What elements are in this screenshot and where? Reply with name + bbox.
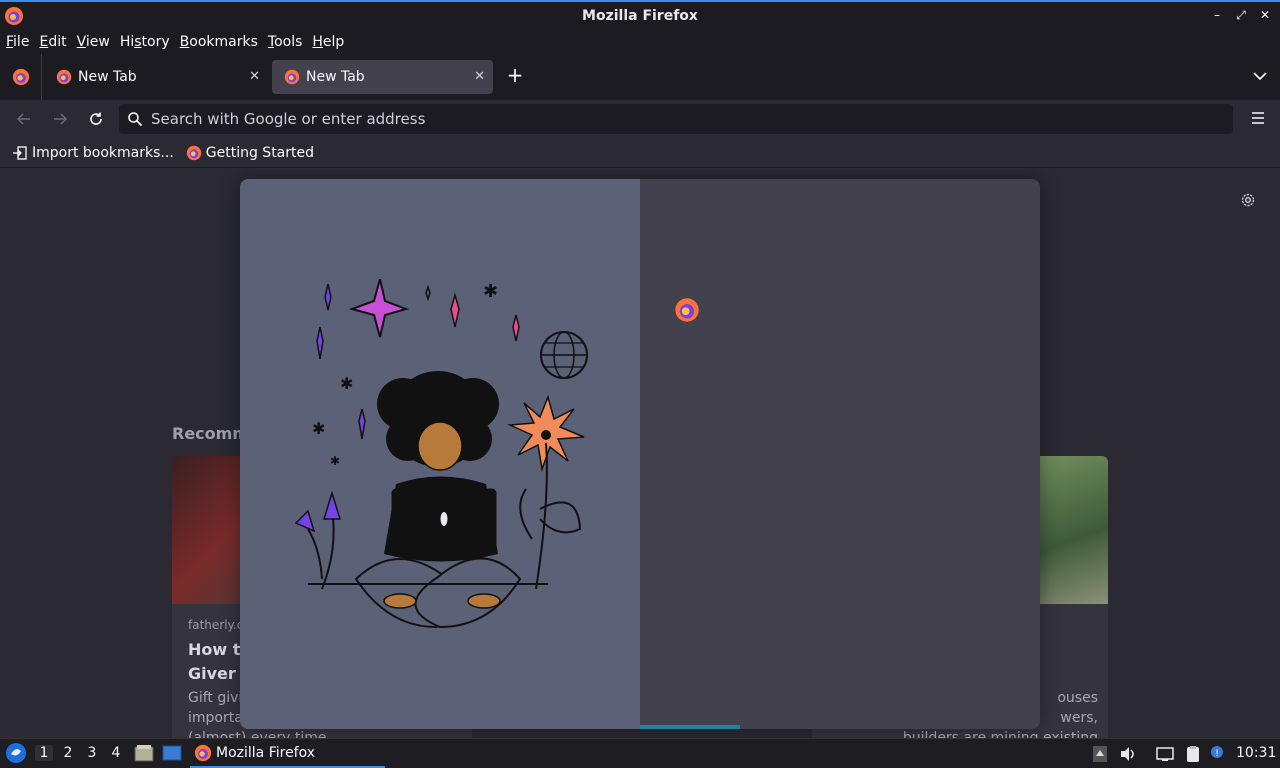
svg-text:✱: ✱ <box>340 374 353 393</box>
onboarding-illustration-panel: ✱ ✱ ✱ ✱ <box>240 179 640 729</box>
firefox-icon <box>194 744 212 761</box>
clock: 10:31 <box>1236 745 1277 761</box>
bookmarks-toolbar: Import bookmarks... Getting Started <box>0 138 1280 168</box>
reload-icon <box>90 112 102 125</box>
menu-bar: File Edit View History Bookmarks Tools H… <box>0 29 1280 54</box>
file-manager-icon[interactable] <box>134 744 154 762</box>
bookmark-import[interactable]: Import bookmarks... <box>12 145 174 161</box>
workspace-1[interactable]: 1 <box>35 745 53 761</box>
workspace-2[interactable]: 2 <box>59 745 77 761</box>
svg-text:✱: ✱ <box>312 419 325 438</box>
menu-edit[interactable]: Edit <box>35 34 70 50</box>
svg-text:!: ! <box>1215 749 1219 759</box>
menu-bookmarks[interactable]: Bookmarks <box>176 34 262 50</box>
firefox-icon <box>284 69 300 85</box>
address-bar[interactable] <box>119 104 1233 134</box>
svg-text:✱: ✱ <box>330 454 340 468</box>
new-tab-button[interactable]: + <box>504 65 526 87</box>
loading-progress-bar <box>640 725 740 729</box>
taskbar: 1 2 3 4 Mozilla Firefox ! 10:31 <box>0 738 1280 768</box>
tab-new-tab-2[interactable]: New Tab ✕ <box>272 60 493 94</box>
network-icon[interactable] <box>1156 745 1174 763</box>
volume-icon[interactable] <box>1119 745 1137 763</box>
close-tab-icon[interactable]: ✕ <box>249 69 260 84</box>
gear-icon[interactable] <box>1239 191 1257 209</box>
firefox-logo-icon <box>675 298 699 322</box>
menu-view[interactable]: View <box>73 34 114 50</box>
minimize-icon[interactable]: – <box>1208 6 1226 24</box>
tab-label: New Tab <box>306 69 365 85</box>
close-icon[interactable]: ✕ <box>1256 6 1274 24</box>
url-input[interactable] <box>151 110 1151 128</box>
menu-help[interactable]: Help <box>308 34 348 50</box>
svg-text:✱: ✱ <box>483 281 498 302</box>
maximize-icon[interactable]: ⤢ <box>1232 6 1250 24</box>
tab-label: New Tab <box>78 69 137 85</box>
workspace-4[interactable]: 4 <box>107 745 125 761</box>
clipboard-icon[interactable] <box>1184 745 1202 763</box>
reload-button[interactable] <box>85 108 107 130</box>
desktop-icon[interactable] <box>162 744 182 762</box>
story-source: fatherly.c <box>188 618 244 632</box>
hamburger-menu-icon[interactable] <box>1250 110 1266 126</box>
pinned-tab[interactable] <box>0 54 42 100</box>
firefox-icon <box>56 69 72 85</box>
menu-tools[interactable]: Tools <box>264 34 307 50</box>
firefox-icon <box>186 145 201 160</box>
new-tab-page: Recomm fatherly.c How to Giver Gift givi… <box>0 169 1280 738</box>
notification-icon[interactable]: ! <box>1208 745 1226 763</box>
taskbar-firefox-button[interactable]: Mozilla Firefox <box>190 739 385 768</box>
search-icon <box>128 112 143 127</box>
window-title: Mozilla Firefox <box>582 7 698 24</box>
workspace-3[interactable]: 3 <box>83 745 101 761</box>
menu-history[interactable]: History <box>116 34 174 50</box>
bookmark-label: Getting Started <box>205 144 315 161</box>
back-button[interactable] <box>13 108 35 130</box>
chevron-down-icon[interactable] <box>1252 68 1268 84</box>
person-with-laptop-illustration: ✱ ✱ ✱ ✱ <box>294 279 588 629</box>
tab-bar: New Tab ✕ New Tab ✕ + <box>0 54 1280 100</box>
navigation-toolbar <box>0 100 1280 138</box>
window-controls: – ⤢ ✕ <box>1208 6 1274 24</box>
onboarding-dialog: ✱ ✱ ✱ ✱ <box>240 179 1040 729</box>
title-bar: Mozilla Firefox – ⤢ ✕ <box>0 0 1280 29</box>
taskbar-task-label: Mozilla Firefox <box>216 744 316 761</box>
menu-file[interactable]: File <box>2 34 33 50</box>
forward-button[interactable] <box>49 108 71 130</box>
arrow-right-icon <box>54 113 68 125</box>
firefox-icon <box>5 7 23 25</box>
import-icon <box>13 145 27 160</box>
bookmark-label: Import bookmarks... <box>32 144 174 161</box>
tray-arrow-up-icon[interactable] <box>1091 745 1109 763</box>
recommended-heading: Recomm <box>172 424 249 443</box>
arrow-left-icon <box>16 113 30 125</box>
firefox-icon <box>12 68 29 86</box>
tab-new-tab-1[interactable]: New Tab ✕ <box>44 60 268 94</box>
start-menu-icon[interactable] <box>5 742 27 764</box>
bookmark-getting-started[interactable]: Getting Started <box>186 145 314 161</box>
close-tab-icon[interactable]: ✕ <box>474 69 485 84</box>
onboarding-content-panel <box>640 179 1040 729</box>
